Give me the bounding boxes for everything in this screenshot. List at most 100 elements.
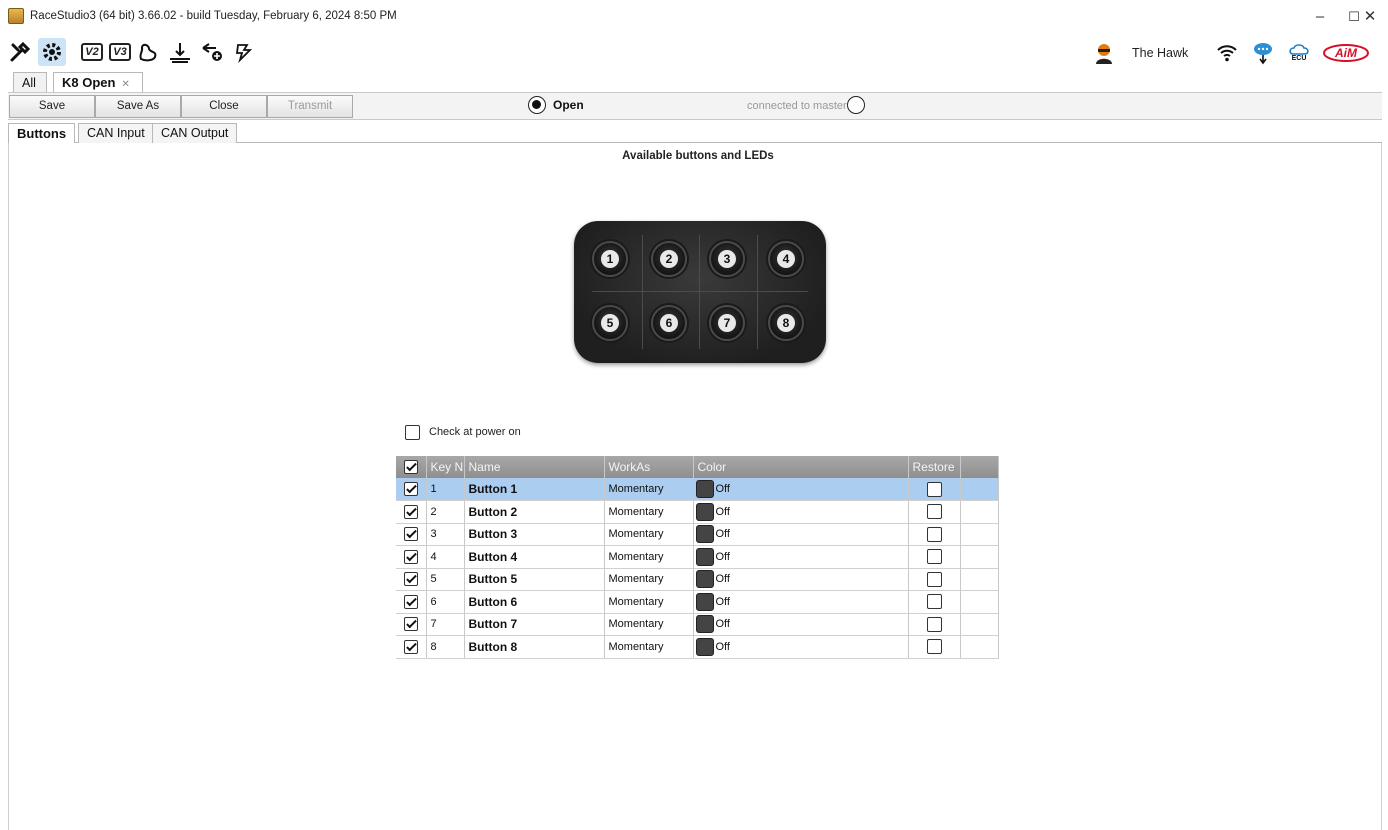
row-enable-cell[interactable]	[396, 613, 427, 636]
open-radio[interactable]	[528, 96, 546, 114]
restore-cell[interactable]	[908, 545, 961, 569]
settings-gear-icon[interactable]	[38, 38, 66, 66]
keypad-key-6[interactable]: 6	[651, 305, 687, 341]
row-enable-checkbox[interactable]	[404, 639, 418, 654]
row-enable-checkbox[interactable]	[404, 617, 418, 632]
row-enable-cell[interactable]	[396, 478, 427, 501]
select-all-checkbox[interactable]	[404, 460, 418, 475]
col-header-workas[interactable]: WorkAs	[604, 456, 694, 478]
cloud-ecu-icon[interactable]	[1250, 40, 1276, 66]
row-enable-checkbox[interactable]	[404, 549, 418, 564]
tab-all[interactable]: All	[13, 72, 47, 92]
restore-cell[interactable]	[908, 478, 961, 501]
close-tab-icon[interactable]: ✕	[121, 79, 129, 90]
restore-checkbox[interactable]	[926, 594, 942, 610]
live-measures-icon[interactable]	[230, 38, 258, 66]
table-row[interactable]: 8 Button 8 Momentary Off	[396, 635, 999, 659]
col-header-restore[interactable]: Restore	[908, 456, 961, 478]
workas-cell[interactable]: Momentary	[604, 635, 694, 659]
user-avatar-icon[interactable]	[1094, 43, 1114, 65]
v3-icon[interactable]: V3	[106, 38, 134, 66]
track-map-icon[interactable]	[134, 38, 162, 66]
col-header-key[interactable]: Key N	[426, 456, 465, 478]
row-enable-cell[interactable]	[396, 590, 427, 614]
row-enable-cell[interactable]	[396, 523, 427, 546]
keypad-key-5[interactable]: 5	[592, 305, 628, 341]
keypad-key-7[interactable]: 7	[709, 305, 745, 341]
workas-cell[interactable]: Momentary	[604, 478, 694, 501]
row-enable-cell[interactable]	[396, 545, 427, 569]
workas-cell[interactable]: Momentary	[604, 568, 694, 591]
color-swatch[interactable]	[695, 615, 714, 634]
color-swatch[interactable]	[695, 637, 714, 656]
keypad-key-4[interactable]: 4	[768, 241, 804, 277]
row-enable-checkbox[interactable]	[404, 504, 418, 519]
tab-can-input[interactable]: CAN Input	[78, 123, 154, 143]
logger-download-icon[interactable]	[166, 38, 194, 66]
table-row[interactable]: 1 Button 1 Momentary Off	[396, 478, 999, 501]
color-cell[interactable]: Off	[693, 478, 909, 501]
color-cell[interactable]: Off	[693, 523, 909, 546]
button-name-cell[interactable]: Button 2	[464, 500, 605, 524]
ecu-icon[interactable]: ECU	[1286, 40, 1312, 66]
button-name-cell[interactable]: Button 1	[464, 478, 605, 501]
workas-cell[interactable]: Momentary	[604, 590, 694, 614]
color-swatch[interactable]	[695, 592, 714, 611]
tab-k8-open[interactable]: K8 Open ✕	[53, 72, 143, 92]
table-row[interactable]: 6 Button 6 Momentary Off	[396, 590, 999, 614]
restore-checkbox[interactable]	[926, 639, 942, 655]
restore-cell[interactable]	[908, 568, 961, 591]
color-swatch[interactable]	[695, 480, 714, 498]
table-row[interactable]: 3 Button 3 Momentary Off	[396, 523, 999, 546]
keypad-key-1[interactable]: 1	[592, 241, 628, 277]
restore-checkbox[interactable]	[926, 504, 942, 520]
minimize-button[interactable]: –	[1302, 6, 1338, 28]
workas-cell[interactable]: Momentary	[604, 500, 694, 524]
restore-checkbox[interactable]	[926, 481, 942, 497]
row-enable-cell[interactable]	[396, 568, 427, 591]
table-row[interactable]: 5 Button 5 Momentary Off	[396, 568, 999, 591]
restore-cell[interactable]	[908, 635, 961, 659]
table-row[interactable]: 7 Button 7 Momentary Off	[396, 613, 999, 636]
add-wifi-icon[interactable]	[198, 38, 226, 66]
table-row[interactable]: 2 Button 2 Momentary Off	[396, 500, 999, 524]
col-header-name[interactable]: Name	[464, 456, 605, 478]
keypad-key-8[interactable]: 8	[768, 305, 804, 341]
restore-checkbox[interactable]	[926, 526, 942, 542]
keypad-key-2[interactable]: 2	[651, 241, 687, 277]
row-enable-checkbox[interactable]	[404, 594, 418, 609]
select-all-header[interactable]	[396, 456, 427, 478]
tools-icon[interactable]	[6, 38, 34, 66]
col-header-color[interactable]: Color	[693, 456, 909, 478]
row-enable-checkbox[interactable]	[404, 527, 418, 542]
workas-cell[interactable]: Momentary	[604, 545, 694, 569]
restore-cell[interactable]	[908, 613, 961, 636]
transmit-button[interactable]: Transmit	[267, 95, 353, 118]
tab-buttons[interactable]: Buttons	[8, 123, 76, 144]
color-cell[interactable]: Off	[693, 635, 909, 659]
tab-can-output[interactable]: CAN Output	[152, 123, 238, 143]
color-swatch[interactable]	[695, 547, 714, 566]
restore-checkbox[interactable]	[926, 571, 942, 587]
row-enable-cell[interactable]	[396, 635, 427, 659]
button-name-cell[interactable]: Button 3	[464, 523, 605, 546]
restore-checkbox[interactable]	[926, 616, 942, 632]
restore-cell[interactable]	[908, 500, 961, 524]
button-name-cell[interactable]: Button 8	[464, 635, 605, 659]
button-name-cell[interactable]: Button 5	[464, 568, 605, 591]
save-button[interactable]: Save	[9, 95, 95, 118]
close-button[interactable]: Close	[181, 95, 267, 118]
save-as-button[interactable]: Save As	[95, 95, 181, 118]
restore-checkbox[interactable]	[926, 549, 942, 565]
color-swatch[interactable]	[695, 502, 714, 521]
row-enable-checkbox[interactable]	[404, 482, 418, 496]
color-cell[interactable]: Off	[693, 545, 909, 569]
workas-cell[interactable]: Momentary	[604, 613, 694, 636]
connected-radio[interactable]	[847, 96, 865, 114]
restore-cell[interactable]	[908, 590, 961, 614]
user-name[interactable]: The Hawk	[1132, 46, 1188, 60]
color-cell[interactable]: Off	[693, 500, 909, 524]
check-power-on-checkbox[interactable]	[405, 425, 420, 440]
close-window-button[interactable]: ✕	[1352, 6, 1388, 28]
table-row[interactable]: 4 Button 4 Momentary Off	[396, 545, 999, 569]
